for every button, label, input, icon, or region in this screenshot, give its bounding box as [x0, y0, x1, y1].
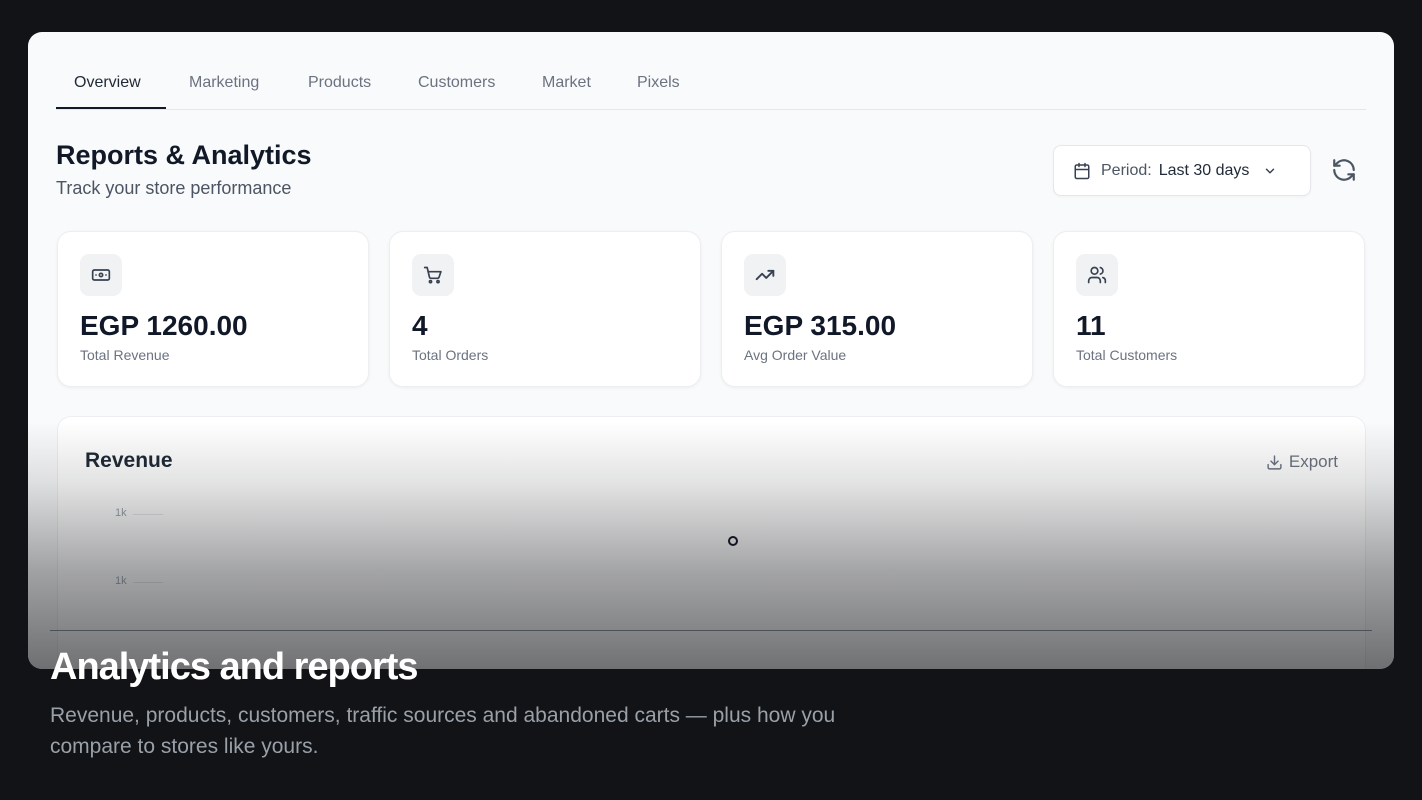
period-label: Period:: [1101, 161, 1152, 179]
stat-label: Total Orders: [412, 347, 489, 363]
tab-overview[interactable]: Overview: [74, 74, 141, 92]
export-label: Export: [1288, 452, 1338, 471]
stat-value: EGP 315.00: [744, 310, 897, 341]
stat-label: Avg Order Value: [744, 347, 847, 363]
revenue-panel: Revenue Export 1k 1k: [57, 416, 1366, 669]
tab-bar: Overview Marketing Products Customers Ma…: [56, 32, 1366, 110]
stat-card-total-customers: 11 Total Customers: [1053, 231, 1365, 387]
tab-customers[interactable]: Customers: [418, 74, 495, 92]
analytics-app-window: Overview Marketing Products Customers Ma…: [28, 32, 1394, 669]
y-axis-tick: 1k: [115, 507, 127, 519]
y-axis-tick: 1k: [115, 575, 127, 587]
stat-card-total-revenue: EGP 1260.00 Total Revenue: [57, 231, 369, 387]
period-selector[interactable]: Period: Last 30 days: [1053, 145, 1311, 196]
download-icon: [1267, 454, 1282, 470]
tab-market[interactable]: Market: [542, 74, 591, 92]
stat-card-total-orders: 4 Total Orders: [389, 231, 701, 387]
active-tab-indicator: [56, 107, 166, 109]
tab-marketing[interactable]: Marketing: [189, 74, 259, 92]
refresh-icon[interactable]: [1331, 157, 1357, 183]
calendar-icon: [1074, 162, 1090, 179]
stage: Overview Marketing Products Customers Ma…: [0, 0, 1422, 800]
stat-label: Total Customers: [1076, 347, 1178, 363]
grid-line: [133, 514, 163, 515]
trending-up-icon: [744, 254, 786, 296]
caption-title: Analytics and reports: [50, 646, 419, 688]
caption-divider: [50, 630, 1372, 631]
page-subtitle: Track your store performance: [56, 178, 292, 198]
stat-value: 4: [412, 310, 428, 341]
chart-data-point[interactable]: [728, 536, 738, 546]
banknote-icon: [80, 254, 122, 296]
users-icon: [1076, 254, 1118, 296]
page-title: Reports & Analytics: [56, 140, 312, 170]
stat-value: 11: [1076, 310, 1106, 341]
stat-card-avg-order-value: EGP 315.00 Avg Order Value: [721, 231, 1033, 387]
stat-value: EGP 1260.00: [80, 310, 248, 341]
tab-pixels[interactable]: Pixels: [637, 74, 680, 92]
stat-label: Total Revenue: [80, 347, 170, 363]
export-button[interactable]: Export: [1266, 452, 1338, 472]
grid-line: [133, 582, 163, 583]
caption-description: Revenue, products, customers, traffic so…: [50, 704, 836, 758]
chevron-down-icon: [1266, 168, 1275, 173]
tab-products[interactable]: Products: [308, 74, 371, 92]
cart-icon: [412, 254, 454, 296]
revenue-title: Revenue: [85, 449, 173, 472]
period-value: Last 30 days: [1158, 161, 1250, 179]
